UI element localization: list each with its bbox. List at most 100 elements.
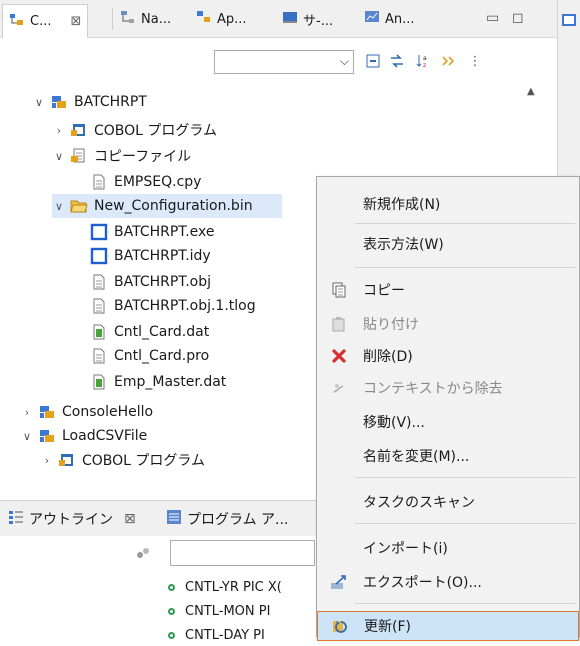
project-icon bbox=[38, 403, 56, 421]
tree-item[interactable]: ∨ コピーファイル bbox=[52, 144, 191, 168]
menu-item-remove-from-context: コンテキストから除去 bbox=[317, 373, 579, 403]
menu-item-import[interactable]: インポート(i) bbox=[317, 533, 579, 563]
menu-separator bbox=[355, 523, 575, 524]
close-icon[interactable]: ⊠ bbox=[70, 14, 81, 29]
tree-item[interactable]: BATCHRPT.idy bbox=[72, 244, 211, 268]
menu-separator bbox=[355, 603, 575, 604]
menu-separator bbox=[355, 267, 575, 268]
copybook-folder-icon bbox=[70, 147, 88, 165]
outline-tab-bar: アウトライン ⊠ プログラム ア... bbox=[0, 500, 318, 536]
outline-filter-input[interactable] bbox=[170, 540, 315, 566]
tree-item[interactable]: › COBOL プログラム bbox=[52, 118, 217, 142]
menu-item-new[interactable]: 新規作成(N) bbox=[317, 189, 579, 219]
tree-item[interactable]: › COBOL プログラム bbox=[40, 448, 205, 472]
tree-item-label: ConsoleHello bbox=[62, 404, 154, 420]
outline-item[interactable]: CNTL-DAY PI bbox=[168, 624, 265, 646]
chevron-right-icon[interactable]: › bbox=[20, 406, 34, 419]
tab-server[interactable]: サ-... bbox=[282, 6, 333, 32]
chevron-down-icon[interactable]: ∨ bbox=[52, 200, 66, 213]
filter-icon[interactable] bbox=[440, 52, 458, 70]
menu-item-label: 削除(D) bbox=[363, 349, 413, 365]
tree-item-label: Cntl_Card.pro bbox=[114, 348, 210, 364]
menu-item-label: コピー bbox=[363, 283, 405, 299]
file-icon bbox=[90, 347, 108, 365]
paste-icon bbox=[325, 316, 353, 332]
menu-item-paste: 貼り付け bbox=[317, 309, 579, 339]
collapse-all-icon[interactable] bbox=[364, 52, 382, 70]
tree-item-label: LoadCSVFile bbox=[62, 428, 148, 444]
tree-item-label: Cntl_Card.dat bbox=[114, 324, 210, 340]
view-menu-icon[interactable]: ⋮ bbox=[466, 52, 484, 70]
close-icon[interactable]: ⊠ bbox=[124, 511, 136, 527]
menu-item-label: 貼り付け bbox=[363, 317, 419, 333]
minimize-icon[interactable]: ▭ bbox=[486, 10, 499, 26]
data-file-icon bbox=[90, 373, 108, 391]
tab-outline[interactable]: アウトライン ⊠ bbox=[8, 509, 136, 529]
menu-item-scan-tasks[interactable]: タスクのスキャン bbox=[317, 487, 579, 517]
chevron-down-icon[interactable]: ∨ bbox=[32, 96, 46, 109]
tree-item[interactable]: Emp_Master.dat bbox=[72, 370, 226, 394]
tree-item-label: コピーファイル bbox=[94, 149, 192, 165]
tab-divider bbox=[112, 8, 113, 30]
tab-cobol-explorer[interactable]: C... ⊠ bbox=[2, 4, 89, 38]
file-icon bbox=[90, 173, 108, 191]
tree-item[interactable]: › ConsoleHello bbox=[20, 400, 153, 424]
menu-item-label: コンテキストから除去 bbox=[363, 381, 503, 397]
tree-item[interactable]: BATCHRPT.exe bbox=[72, 220, 214, 244]
tree-item[interactable]: ∨ BATCHRPT bbox=[32, 90, 147, 114]
field-icon bbox=[168, 607, 175, 615]
cobol-folder-icon bbox=[58, 451, 76, 469]
tree-item-label: BATCHRPT.obj bbox=[114, 274, 211, 290]
tab-program-structure[interactable]: プログラム ア... bbox=[166, 509, 288, 529]
project-icon bbox=[38, 427, 56, 445]
sort-az-icon[interactable]: az bbox=[414, 52, 432, 70]
navigator-icon bbox=[120, 9, 136, 29]
tab-navigator[interactable]: Na... bbox=[120, 6, 171, 32]
chevron-right-icon[interactable]: › bbox=[52, 124, 66, 137]
working-set-dropdown[interactable]: ⌵ bbox=[214, 50, 354, 74]
menu-item-copy[interactable]: コピー bbox=[317, 275, 579, 305]
tree-item-label: BATCHRPT bbox=[74, 94, 147, 110]
menu-item-rename[interactable]: 名前を変更(M)... bbox=[317, 441, 579, 471]
application-explorer-icon bbox=[196, 9, 212, 29]
project-explorer-icon bbox=[9, 12, 25, 32]
link-with-editor-icon[interactable] bbox=[388, 52, 406, 70]
chevron-right-icon[interactable]: › bbox=[40, 454, 54, 467]
folder-open-icon bbox=[70, 197, 88, 215]
menu-item-export[interactable]: エクスポート(O)... bbox=[317, 567, 579, 597]
tree-item[interactable]: BATCHRPT.obj bbox=[72, 270, 211, 294]
outline-item[interactable]: CNTL-MON PI bbox=[168, 600, 270, 622]
tree-item[interactable]: BATCHRPT.obj.1.tlog bbox=[72, 294, 256, 318]
maximize-icon[interactable]: ◻ bbox=[512, 10, 524, 26]
context-menu: 新規作成(N) 表示方法(W) コピー貼り付け削除(D) コンテキストから除去移動(V… bbox=[316, 176, 580, 641]
menu-item-delete[interactable]: 削除(D) bbox=[317, 341, 579, 371]
program-structure-icon bbox=[166, 509, 182, 529]
chevron-down-icon[interactable]: ∨ bbox=[52, 150, 66, 163]
menu-item-move[interactable]: 移動(V)... bbox=[317, 407, 579, 437]
tree-toolbar: ⌵ az ⋮ bbox=[0, 38, 555, 82]
tree-item[interactable]: Cntl_Card.pro bbox=[72, 344, 209, 368]
field-icon bbox=[168, 631, 175, 639]
outline-item[interactable]: CNTL-YR PIC X( bbox=[168, 576, 282, 598]
svg-text:a: a bbox=[423, 55, 427, 62]
tab-application-explorer[interactable]: Ap... bbox=[196, 6, 247, 32]
menu-item-label: インポート(i) bbox=[363, 541, 448, 557]
filter-options-icon[interactable] bbox=[136, 546, 152, 564]
refresh-icon bbox=[326, 618, 354, 634]
scroll-up-icon[interactable]: ▲ bbox=[527, 86, 535, 97]
menu-item-show-in[interactable]: 表示方法(W) bbox=[317, 229, 579, 259]
tree-item[interactable]: ∨ New_Configuration.bin bbox=[52, 194, 282, 218]
menu-item-label: 更新(F) bbox=[364, 619, 411, 635]
tree-item[interactable]: EMPSEQ.cpy bbox=[72, 170, 201, 194]
menu-item-label: タスクのスキャン bbox=[363, 495, 475, 511]
tree-item-label: EMPSEQ.cpy bbox=[114, 174, 202, 190]
chevron-down-icon[interactable]: ∨ bbox=[20, 430, 34, 443]
tree-item[interactable]: ∨ LoadCSVFile bbox=[20, 424, 147, 448]
tree-item-label: COBOL プログラム bbox=[82, 453, 206, 469]
tree-item[interactable]: Cntl_Card.dat bbox=[72, 320, 209, 344]
menu-item-label: 表示方法(W) bbox=[363, 237, 444, 253]
tree-item-label: BATCHRPT.exe bbox=[114, 224, 215, 240]
delete-icon bbox=[325, 348, 353, 364]
tab-analysis[interactable]: An... bbox=[364, 6, 415, 32]
tree-item-label: COBOL プログラム bbox=[94, 123, 218, 139]
